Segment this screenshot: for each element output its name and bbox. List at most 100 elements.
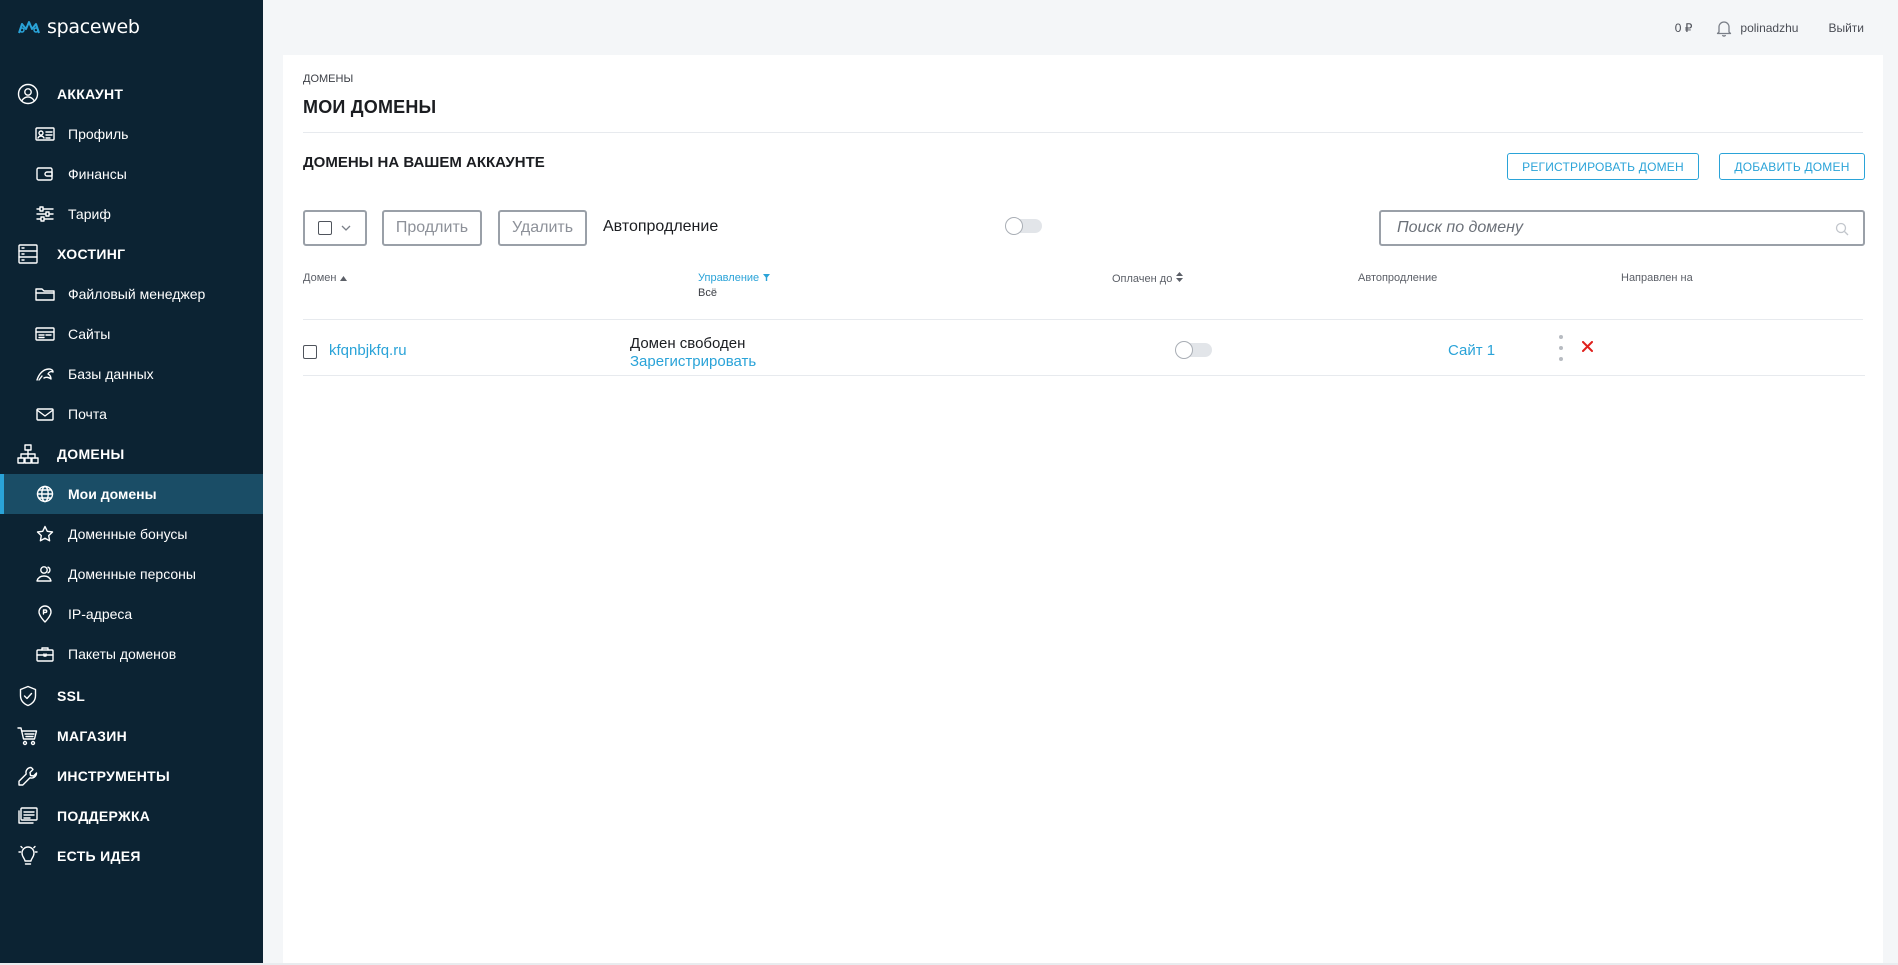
globe-icon xyxy=(35,484,55,504)
dot xyxy=(1559,335,1563,339)
sidebar-item-domain-bonuses[interactable]: Доменные бонусы xyxy=(0,514,263,554)
column-label: Автопродление xyxy=(1358,272,1438,284)
sidebar-item-databases[interactable]: Базы данных xyxy=(0,354,263,394)
user-circle-icon xyxy=(17,83,39,105)
sidebar-section-account[interactable]: АККАУНТ xyxy=(0,74,263,114)
balance[interactable]: 0 ₽ xyxy=(1675,21,1693,35)
toggle-knob xyxy=(1175,341,1193,359)
support-icon xyxy=(17,805,39,827)
sidebar-item-label: Профиль xyxy=(68,126,129,142)
sidebar-item-label: Финансы xyxy=(68,166,127,182)
sidebar-section-label: ДОМЕНЫ xyxy=(57,446,125,462)
breadcrumb[interactable]: ДОМЕНЫ xyxy=(303,73,353,85)
sidebar-section-shop[interactable]: МАГАЗИН xyxy=(0,716,263,756)
dot xyxy=(1559,357,1563,361)
delete-button[interactable]: Удалить xyxy=(498,210,587,246)
sidebar-section-label: АККАУНТ xyxy=(57,86,124,102)
logo[interactable]: spaceweb xyxy=(17,13,140,41)
sidebar-section-ssl[interactable]: SSL xyxy=(0,676,263,716)
toggle-knob xyxy=(1005,217,1023,235)
row-checkbox[interactable] xyxy=(303,345,317,359)
search-icon[interactable] xyxy=(1835,222,1849,236)
row-autorenew-toggle[interactable] xyxy=(1175,341,1212,359)
chevron-down-icon xyxy=(341,225,351,231)
username[interactable]: polinadzhu xyxy=(1740,21,1798,35)
server-icon xyxy=(17,243,39,265)
column-label: Оплачен до xyxy=(1112,272,1173,285)
sidebar-item-label: Пакеты доменов xyxy=(68,646,177,662)
register-domain-button[interactable]: РЕГИСТРИРОВАТЬ ДОМЕН xyxy=(1507,153,1699,180)
sidebar-item-domain-persons[interactable]: Доменные персоны xyxy=(0,554,263,594)
select-all-checkbox[interactable] xyxy=(318,221,332,235)
sidebar-item-sites[interactable]: Сайты xyxy=(0,314,263,354)
points-to-link[interactable]: Сайт 1 xyxy=(1448,342,1495,359)
wallet-icon xyxy=(35,164,55,184)
sidebar-section-label: SSL xyxy=(57,688,86,704)
folder-icon xyxy=(35,284,55,304)
sidebar-item-domain-packages[interactable]: Пакеты доменов xyxy=(0,634,263,674)
sidebar-item-label: Доменные персоны xyxy=(68,566,196,582)
dot xyxy=(1559,346,1563,350)
autorenew-toggle[interactable] xyxy=(1005,217,1042,235)
extend-button[interactable]: Продлить xyxy=(382,210,482,246)
sidebar-item-file-manager[interactable]: Файловый менеджер xyxy=(0,274,263,314)
more-vertical-icon[interactable] xyxy=(1556,335,1566,361)
column-label: Домен xyxy=(303,272,337,284)
sidebar-item-label: Тариф xyxy=(68,206,111,222)
logo-text: spaceweb xyxy=(47,16,140,38)
sort-both-icon xyxy=(1176,272,1184,285)
close-icon[interactable] xyxy=(1582,341,1593,352)
dolphin-icon xyxy=(35,364,55,384)
search-input[interactable] xyxy=(1397,219,1817,237)
sidebar-section-label: ПОДДЕРЖКА xyxy=(57,808,151,824)
column-label: Направлен на xyxy=(1621,272,1693,284)
sidebar-item-profile[interactable]: Профиль xyxy=(0,114,263,154)
domain-status: Домен свободен xyxy=(630,335,746,352)
shield-icon xyxy=(17,685,39,707)
table-row: kfqnbjkfq.ru Домен свободен Зарегистриро… xyxy=(303,320,1865,376)
sidebar-item-label: Файловый менеджер xyxy=(68,286,206,302)
sidebar-section-label: ИНСТРУМЕНТЫ xyxy=(57,768,171,784)
topbar: 0 ₽ polinadzhu Выйти xyxy=(263,0,1898,55)
sidebar-item-label: IP-адреса xyxy=(68,606,133,622)
sidebar-section-idea[interactable]: ЕСТЬ ИДЕЯ xyxy=(0,836,263,876)
sliders-icon xyxy=(35,204,55,224)
sidebar-item-finance[interactable]: Финансы xyxy=(0,154,263,194)
spaceweb-logo-icon xyxy=(18,21,40,34)
bulk-select-dropdown[interactable] xyxy=(303,210,367,246)
sidebar-item-ip-addresses[interactable]: IP-адреса xyxy=(0,594,263,634)
sidebar-section-domains[interactable]: ДОМЕНЫ xyxy=(0,434,263,474)
add-domain-button[interactable]: ДОБАВИТЬ ДОМЕН xyxy=(1719,153,1865,180)
sidebar-item-tariff[interactable]: Тариф xyxy=(0,194,263,234)
star-icon xyxy=(35,524,55,544)
logout-link[interactable]: Выйти xyxy=(1828,21,1864,35)
id-card-icon xyxy=(35,124,55,144)
wrench-icon xyxy=(17,765,39,787)
column-paid-until[interactable]: Оплачен до xyxy=(1112,272,1184,285)
sidebar-section-hosting[interactable]: ХОСТИНГ xyxy=(0,234,263,274)
sidebar: spaceweb АККАУНТ Профиль Финансы Тариф Х… xyxy=(0,0,263,963)
domain-toolbar: Продлить Удалить Автопродление xyxy=(303,210,1865,246)
persons-icon xyxy=(35,564,55,584)
sidebar-item-mail[interactable]: Почта xyxy=(0,394,263,434)
column-label: Управление xyxy=(698,272,760,284)
sidebar-section-tools[interactable]: ИНСТРУМЕНТЫ xyxy=(0,756,263,796)
bell-icon[interactable] xyxy=(1716,19,1732,37)
autorenew-label: Автопродление xyxy=(603,218,719,235)
cart-icon xyxy=(17,725,39,747)
column-autorenew: Автопродление xyxy=(1358,272,1437,284)
lightbulb-icon xyxy=(17,845,39,867)
page-title: МОИ ДОМЕНЫ xyxy=(303,97,437,117)
sidebar-section-label: МАГАЗИН xyxy=(57,728,127,744)
sidebar-item-label: Базы данных xyxy=(68,366,154,382)
sidebar-item-label: Сайты xyxy=(68,326,111,342)
domain-link[interactable]: kfqnbjkfq.ru xyxy=(329,342,407,359)
sidebar-section-support[interactable]: ПОДДЕРЖКА xyxy=(0,796,263,836)
section-title: ДОМЕНЫ НА ВАШЕМ АККАУНТЕ xyxy=(303,154,545,171)
column-management[interactable]: Управление xyxy=(698,272,771,284)
sidebar-item-my-domains[interactable]: Мои домены xyxy=(0,474,263,514)
column-domain[interactable]: Домен xyxy=(303,272,348,284)
management-filter-value: Всё xyxy=(698,287,717,299)
briefcase-icon xyxy=(35,644,55,664)
register-link[interactable]: Зарегистрировать xyxy=(630,353,756,370)
